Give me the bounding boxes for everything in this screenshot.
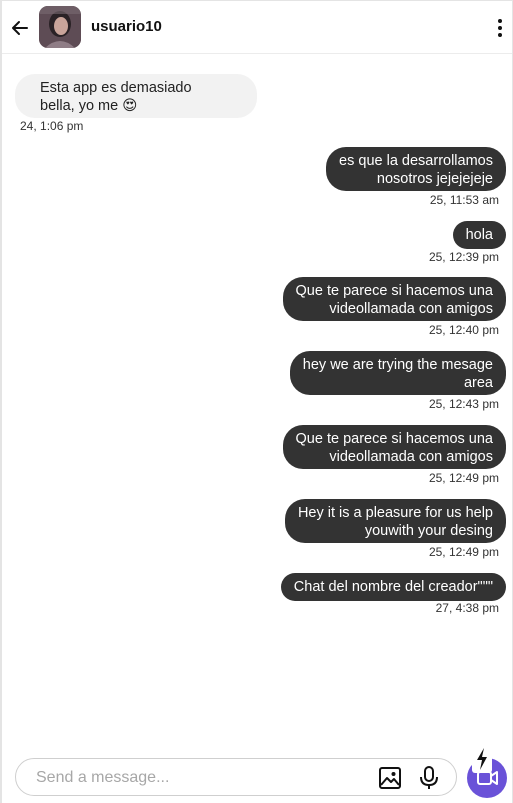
message-timestamp: 25, 12:49 pm bbox=[428, 545, 499, 559]
chat-username[interactable]: usuario10 bbox=[91, 18, 162, 35]
message-line: bella, yo me 😍 bbox=[40, 98, 138, 114]
message-line: nosotros jejejejeje bbox=[376, 171, 493, 187]
message-input[interactable] bbox=[36, 767, 356, 789]
message-bubble-outgoing: Que te parece si hacemos una videollamad… bbox=[282, 425, 506, 469]
message-timestamp: 25, 12:39 pm bbox=[428, 250, 499, 264]
message-line: videollamada con amigos bbox=[329, 301, 493, 317]
message-line: hola bbox=[465, 227, 493, 243]
message-line: Hey it is a pleasure for us help bbox=[297, 505, 493, 521]
message-bubble-incoming: Esta app es demasiado bella, yo me 😍 bbox=[15, 74, 257, 118]
arrow-left-icon[interactable] bbox=[10, 18, 30, 38]
message-line: Que te parece si hacemos una bbox=[295, 431, 493, 447]
message-bubble-outgoing: es que la desarrollamos nosotros jejejej… bbox=[326, 147, 506, 191]
image-icon[interactable] bbox=[378, 766, 402, 790]
chat-header: usuario10 bbox=[2, 1, 512, 54]
message-line: Esta app es demasiado bbox=[40, 80, 192, 96]
message-timestamp: 27, 4:38 pm bbox=[435, 601, 499, 615]
message-line: Chat del nombre del creador""" bbox=[293, 579, 493, 595]
chat-window: usuario10 Esta app es demasiado bella, y… bbox=[0, 0, 513, 803]
message-line: Que te parece si hacemos una bbox=[295, 283, 493, 299]
message-timestamp: 25, 12:49 pm bbox=[428, 471, 499, 485]
message-timestamp: 24, 1:06 pm bbox=[20, 119, 84, 133]
message-composer bbox=[15, 758, 457, 796]
avatar-image bbox=[39, 6, 81, 48]
message-list: Esta app es demasiado bella, yo me 😍 24,… bbox=[2, 54, 512, 744]
bolt-badge[interactable] bbox=[472, 745, 492, 773]
lightning-bolt-icon bbox=[477, 748, 487, 770]
message-line: es que la desarrollamos bbox=[339, 153, 493, 169]
message-line: videollamada con amigos bbox=[329, 449, 493, 465]
message-line: area bbox=[463, 375, 493, 391]
message-bubble-outgoing: hola bbox=[452, 221, 506, 249]
avatar[interactable] bbox=[39, 6, 81, 48]
message-bubble-outgoing: hey we are trying the mesage area bbox=[289, 351, 506, 395]
message-line: hey we are trying the mesage bbox=[302, 357, 493, 373]
message-timestamp: 25, 12:43 pm bbox=[428, 397, 499, 411]
message-bubble-outgoing: Hey it is a pleasure for us help youwith… bbox=[284, 499, 506, 543]
message-timestamp: 25, 11:53 am bbox=[429, 193, 499, 207]
more-vertical-icon[interactable] bbox=[496, 18, 504, 38]
message-bubble-outgoing: Que te parece si hacemos una videollamad… bbox=[282, 277, 506, 321]
message-timestamp: 25, 12:40 pm bbox=[428, 323, 499, 337]
microphone-icon[interactable] bbox=[419, 766, 439, 790]
message-bubble-outgoing: Chat del nombre del creador""" bbox=[280, 573, 506, 601]
message-line: youwith your desing bbox=[364, 523, 493, 539]
